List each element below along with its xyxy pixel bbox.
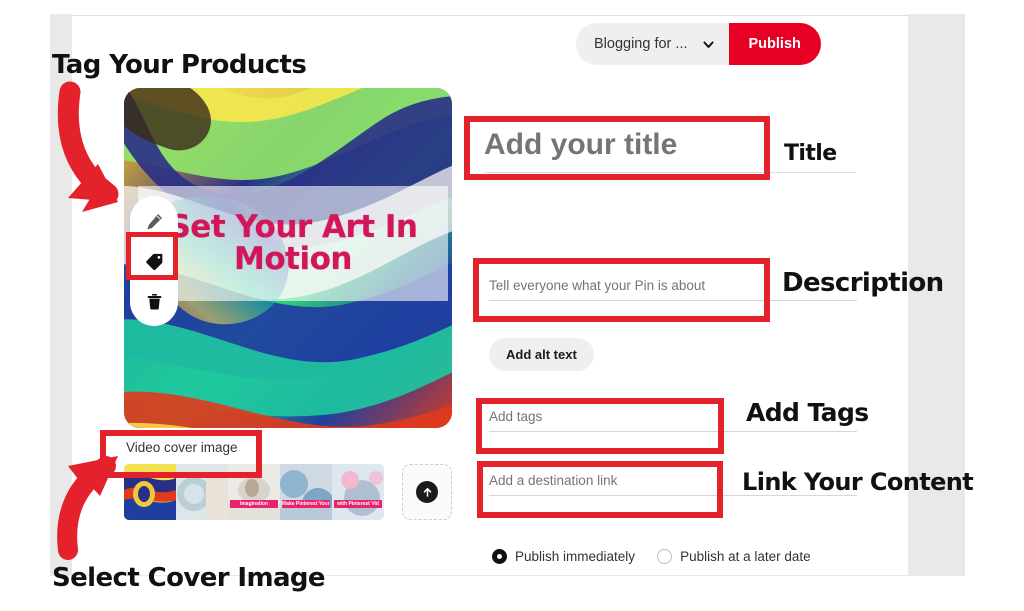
- top-action-bar: Blogging for ... Publish: [576, 23, 821, 65]
- radio-unselected-icon: [657, 549, 673, 564]
- radio-publish-immediately-label: Publish immediately: [515, 549, 636, 564]
- trash-icon: [147, 293, 161, 309]
- publish-button[interactable]: Publish: [728, 23, 821, 65]
- screenshot-root: Blogging for ... Publish Set Your Art In…: [0, 0, 1024, 611]
- annotation-box-link: [477, 461, 723, 518]
- delete-media-button[interactable]: [132, 282, 176, 320]
- chevron-down-icon: [702, 40, 714, 48]
- annotation-arrow-up-right: [57, 456, 118, 560]
- annotation-label-description: Description: [782, 268, 944, 298]
- board-select-label: Blogging for ...: [594, 36, 688, 52]
- thumbnail-frame-4-graphic: [280, 464, 332, 520]
- add-alt-text-button[interactable]: Add alt text: [489, 338, 594, 371]
- annotation-label-select-cover: Select Cover Image: [52, 563, 326, 593]
- radio-publish-later-label: Publish at a later date: [680, 549, 811, 564]
- thumbnail-ribbon: Make Pinterest Your Best Move: [282, 499, 330, 508]
- upload-arrow-icon: [416, 481, 438, 503]
- radio-publish-later[interactable]: Publish at a later date: [657, 549, 811, 564]
- upload-cover-button[interactable]: [402, 464, 452, 520]
- overlay-line-1: Set Your Art In: [168, 208, 418, 245]
- annotation-box-description: [473, 258, 770, 322]
- annotation-box-title: [464, 116, 770, 180]
- annotation-label-tag-products: Tag Your Products: [52, 50, 307, 80]
- cover-thumbnail[interactable]: with Pinterest Vid: [332, 464, 384, 520]
- annotation-box-tag-tool: [126, 232, 178, 280]
- cover-thumbnail[interactable]: Make Pinterest Your Best Move: [280, 464, 332, 520]
- video-text-overlay: Set Your Art In Motion: [138, 186, 448, 301]
- overlay-line-2: Motion: [234, 240, 352, 277]
- thumbnail-frame-5-graphic: [332, 464, 384, 520]
- annotation-box-tags: [476, 398, 724, 454]
- radio-selected-icon: [492, 549, 507, 564]
- radio-publish-immediately[interactable]: Publish immediately: [492, 549, 635, 564]
- annotation-arrow-down-right: [57, 81, 119, 212]
- annotation-label-title: Title: [784, 141, 837, 166]
- publish-schedule-options: Publish immediately Publish at a later d…: [492, 549, 811, 564]
- annotation-label-link-content: Link Your Content: [742, 468, 974, 496]
- thumbnail-ribbon: Imagination: [230, 499, 278, 508]
- thumbnail-ribbon: with Pinterest Vid: [334, 499, 382, 508]
- board-select-dropdown[interactable]: Blogging for ...: [576, 23, 729, 65]
- annotation-label-add-tags: Add Tags: [746, 398, 869, 427]
